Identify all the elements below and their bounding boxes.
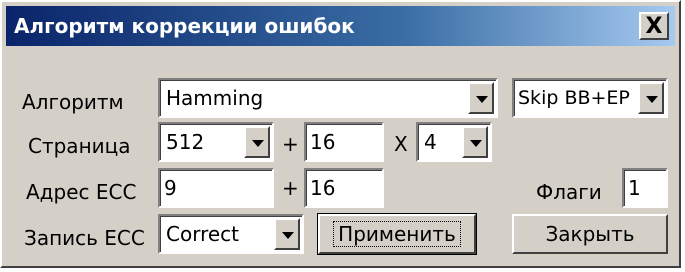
apply-button-label: Применить: [333, 221, 461, 247]
plus-sign: +: [282, 176, 299, 200]
multiplier-select[interactable]: 4: [416, 122, 492, 162]
close-button[interactable]: Закрыть: [512, 214, 668, 254]
algorithm-select[interactable]: Hamming: [158, 78, 498, 118]
close-glyph: X: [645, 13, 663, 39]
mode-select[interactable]: Skip BB+EP: [512, 78, 668, 118]
error-correction-dialog: Алгоритм коррекции ошибок X Алгоритм Ham…: [0, 0, 681, 268]
times-sign: X: [394, 132, 408, 156]
window-title: Алгоритм коррекции ошибок: [14, 14, 355, 38]
chevron-down-icon[interactable]: [274, 218, 300, 250]
ecc-offset-input[interactable]: 16: [304, 168, 384, 208]
algorithm-label: Алгоритм: [22, 90, 124, 114]
algorithm-value: Hamming: [166, 86, 264, 110]
page-size-value: 512: [166, 130, 205, 154]
title-bar[interactable]: Алгоритм коррекции ошибок X: [6, 6, 675, 46]
chevron-down-icon[interactable]: [468, 82, 494, 114]
ecc-write-value: Correct: [166, 222, 239, 246]
chevron-down-icon[interactable]: [462, 126, 488, 158]
ecc-address-label: Адрес ECC: [26, 180, 137, 204]
close-button-label: Закрыть: [545, 222, 635, 246]
ecc-write-select[interactable]: Correct: [158, 214, 304, 254]
multiplier-value: 4: [424, 130, 437, 154]
ecc-write-label: Запись ECC: [24, 226, 145, 250]
flags-label: Флаги: [536, 180, 602, 204]
chevron-down-icon[interactable]: [244, 126, 270, 158]
apply-button[interactable]: Применить: [317, 213, 477, 255]
flags-input[interactable]: 1: [622, 168, 668, 208]
plus-sign: +: [282, 132, 299, 156]
close-icon[interactable]: X: [639, 12, 669, 40]
page-label: Страница: [28, 134, 131, 158]
chevron-down-icon[interactable]: [638, 82, 664, 114]
spare-size-input[interactable]: 16: [304, 122, 384, 162]
mode-value: Skip BB+EP: [518, 87, 630, 109]
page-size-select[interactable]: 512: [158, 122, 274, 162]
ecc-address-input[interactable]: 9: [158, 168, 274, 208]
